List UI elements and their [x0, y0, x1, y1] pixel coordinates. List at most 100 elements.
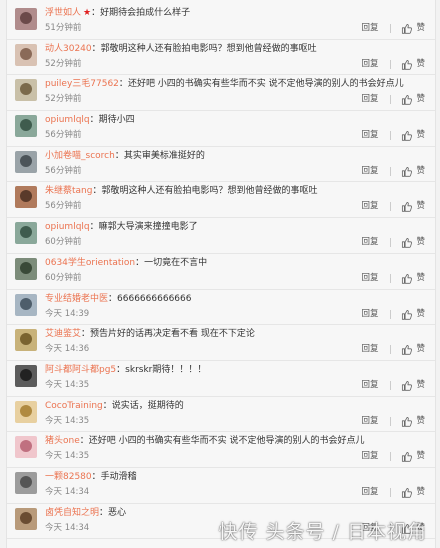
comment-actions: 回复 赞 [361, 487, 425, 498]
username-link[interactable]: 艾迪鉴艾 [45, 329, 81, 339]
like-button[interactable]: 赞 [416, 309, 425, 320]
divider [390, 309, 392, 319]
username-link[interactable]: opiumlqlq [45, 222, 90, 232]
comment-line: 0634学生orientation：一切竟在不言中 [45, 257, 427, 269]
username-link[interactable]: 浮世如人 [45, 8, 81, 18]
separator: ： [89, 115, 99, 126]
avatar-figure [20, 119, 32, 132]
comment-item: 一颗82580：手动滑稽 今天 14:34 回复 赞 [7, 468, 435, 504]
thumbs-up-icon[interactable] [401, 487, 413, 498]
reply-button[interactable]: 回复 [361, 94, 378, 105]
username-link[interactable]: 0634学生orientation [45, 258, 135, 268]
thumbs-up-icon[interactable] [401, 23, 413, 34]
username-link[interactable]: 专业结婚老中医 [45, 294, 108, 304]
reply-button[interactable]: 回复 [361, 416, 378, 427]
avatar[interactable] [15, 43, 37, 66]
like-button[interactable]: 赞 [416, 237, 425, 248]
comment-text: 期待小四 [98, 115, 135, 126]
like-button[interactable]: 赞 [416, 166, 425, 177]
like-button[interactable]: 赞 [416, 487, 425, 498]
comment-line: 阿斗都阿斗都pg5：skrskr期待！！！！ [45, 364, 427, 376]
thumbs-up-icon[interactable] [401, 344, 413, 355]
thumbs-up-icon[interactable] [401, 166, 413, 177]
avatar[interactable] [15, 400, 37, 423]
comment-item: opiumlqlq：期待小四 56分钟前 回复 赞 [7, 111, 435, 147]
reply-button[interactable]: 回复 [361, 380, 378, 391]
avatar[interactable] [15, 329, 37, 352]
thumbs-up-icon[interactable] [401, 416, 413, 427]
username-link[interactable]: 动人30240 [45, 44, 92, 54]
like-button[interactable]: 赞 [416, 451, 425, 462]
avatar[interactable] [15, 222, 37, 245]
avatar[interactable] [15, 79, 37, 102]
avatar[interactable] [15, 436, 37, 459]
like-button[interactable]: 赞 [416, 130, 425, 141]
avatar[interactable] [15, 507, 37, 530]
username-link[interactable]: 朱继蔡tang [45, 186, 92, 196]
reply-button[interactable]: 回复 [361, 23, 378, 34]
avatar[interactable] [15, 8, 37, 30]
comment-item: CocoTraining：说实话，挺期待的 今天 14:35 回复 赞 [7, 397, 435, 433]
reply-button[interactable]: 回复 [361, 59, 378, 70]
like-button[interactable]: 赞 [416, 59, 425, 70]
reply-button[interactable]: 回复 [361, 273, 378, 284]
like-button[interactable]: 赞 [416, 416, 425, 427]
like-button[interactable]: 赞 [416, 23, 425, 34]
divider [390, 24, 392, 33]
avatar[interactable] [15, 150, 37, 173]
thumbs-up-icon[interactable] [401, 273, 413, 284]
thumbs-up-icon[interactable] [401, 380, 413, 391]
avatar[interactable] [15, 364, 37, 387]
thumbs-up-icon[interactable] [401, 130, 413, 141]
comment-actions: 回复 赞 [361, 416, 425, 427]
thumbs-up-icon[interactable] [401, 309, 413, 320]
like-button[interactable]: 赞 [416, 201, 425, 212]
reply-button[interactable]: 回复 [361, 201, 378, 212]
separator: ： [102, 400, 112, 411]
username-link[interactable]: 阿斗都阿斗都pg5 [45, 365, 116, 375]
username-link[interactable]: 卤凭自知之明 [45, 508, 99, 518]
username-link[interactable]: CocoTraining [45, 401, 103, 411]
avatar[interactable] [15, 293, 37, 316]
comment-actions: 回复 赞 [361, 201, 425, 213]
thumbs-up-icon[interactable] [401, 201, 413, 213]
thumbs-up-icon[interactable] [401, 94, 413, 106]
thumbs-up-icon[interactable] [401, 451, 413, 462]
reply-button[interactable]: 回复 [361, 344, 378, 355]
reply-button[interactable]: 回复 [361, 237, 378, 248]
username-link[interactable]: 一颗82580 [45, 472, 92, 482]
avatar-figure [20, 297, 32, 310]
comment-item: 猪头one：还好吧 小四的书确实有些华而不实 说不定他导演的别人的书会好点儿 今… [7, 432, 435, 468]
avatar-figure [20, 261, 32, 274]
username-link[interactable]: puiley三毛77562 [45, 79, 119, 89]
like-button[interactable]: 赞 [416, 273, 425, 284]
avatar[interactable] [15, 186, 37, 209]
username-link[interactable]: opiumlqlq [45, 115, 90, 125]
like-button[interactable]: 赞 [416, 94, 425, 105]
reply-button[interactable]: 回复 [361, 130, 378, 141]
username-link[interactable]: 猪头one [45, 436, 80, 446]
divider [390, 166, 392, 176]
avatar[interactable] [15, 257, 37, 280]
comment-text: 郭敬明这种人还有脸拍电影吗？想到他曾经做的事呕吐 [101, 186, 318, 197]
comment-time: 56分钟前 [45, 165, 82, 176]
comment-time: 56分钟前 [45, 201, 82, 212]
comment-item: 动人30240：郭敬明这种人还有脸拍电影吗？想到他曾经做的事呕吐 52分钟前 回… [7, 40, 435, 76]
reply-button[interactable]: 回复 [361, 451, 378, 462]
avatar[interactable] [15, 471, 37, 494]
like-button[interactable]: 赞 [416, 380, 425, 391]
thumbs-up-icon[interactable] [401, 237, 413, 248]
separator: ： [118, 79, 128, 90]
comment-actions: 回复 赞 [361, 237, 425, 248]
reply-button[interactable]: 回复 [361, 487, 378, 498]
thumbs-up-icon[interactable] [401, 59, 413, 70]
reply-button[interactable]: 回复 [361, 166, 378, 177]
separator: ： [91, 43, 101, 54]
avatar[interactable] [15, 115, 37, 138]
comment-line: 动人30240：郭敬明这种人还有脸拍电影吗？想到他曾经做的事呕吐 [45, 43, 427, 55]
comment-text: 6666666666666 [117, 293, 192, 304]
comment-actions: 回复 赞 [361, 380, 425, 391]
reply-button[interactable]: 回复 [361, 309, 378, 320]
like-button[interactable]: 赞 [416, 344, 425, 355]
username-link[interactable]: 小加卷喵_scorch [45, 151, 115, 161]
